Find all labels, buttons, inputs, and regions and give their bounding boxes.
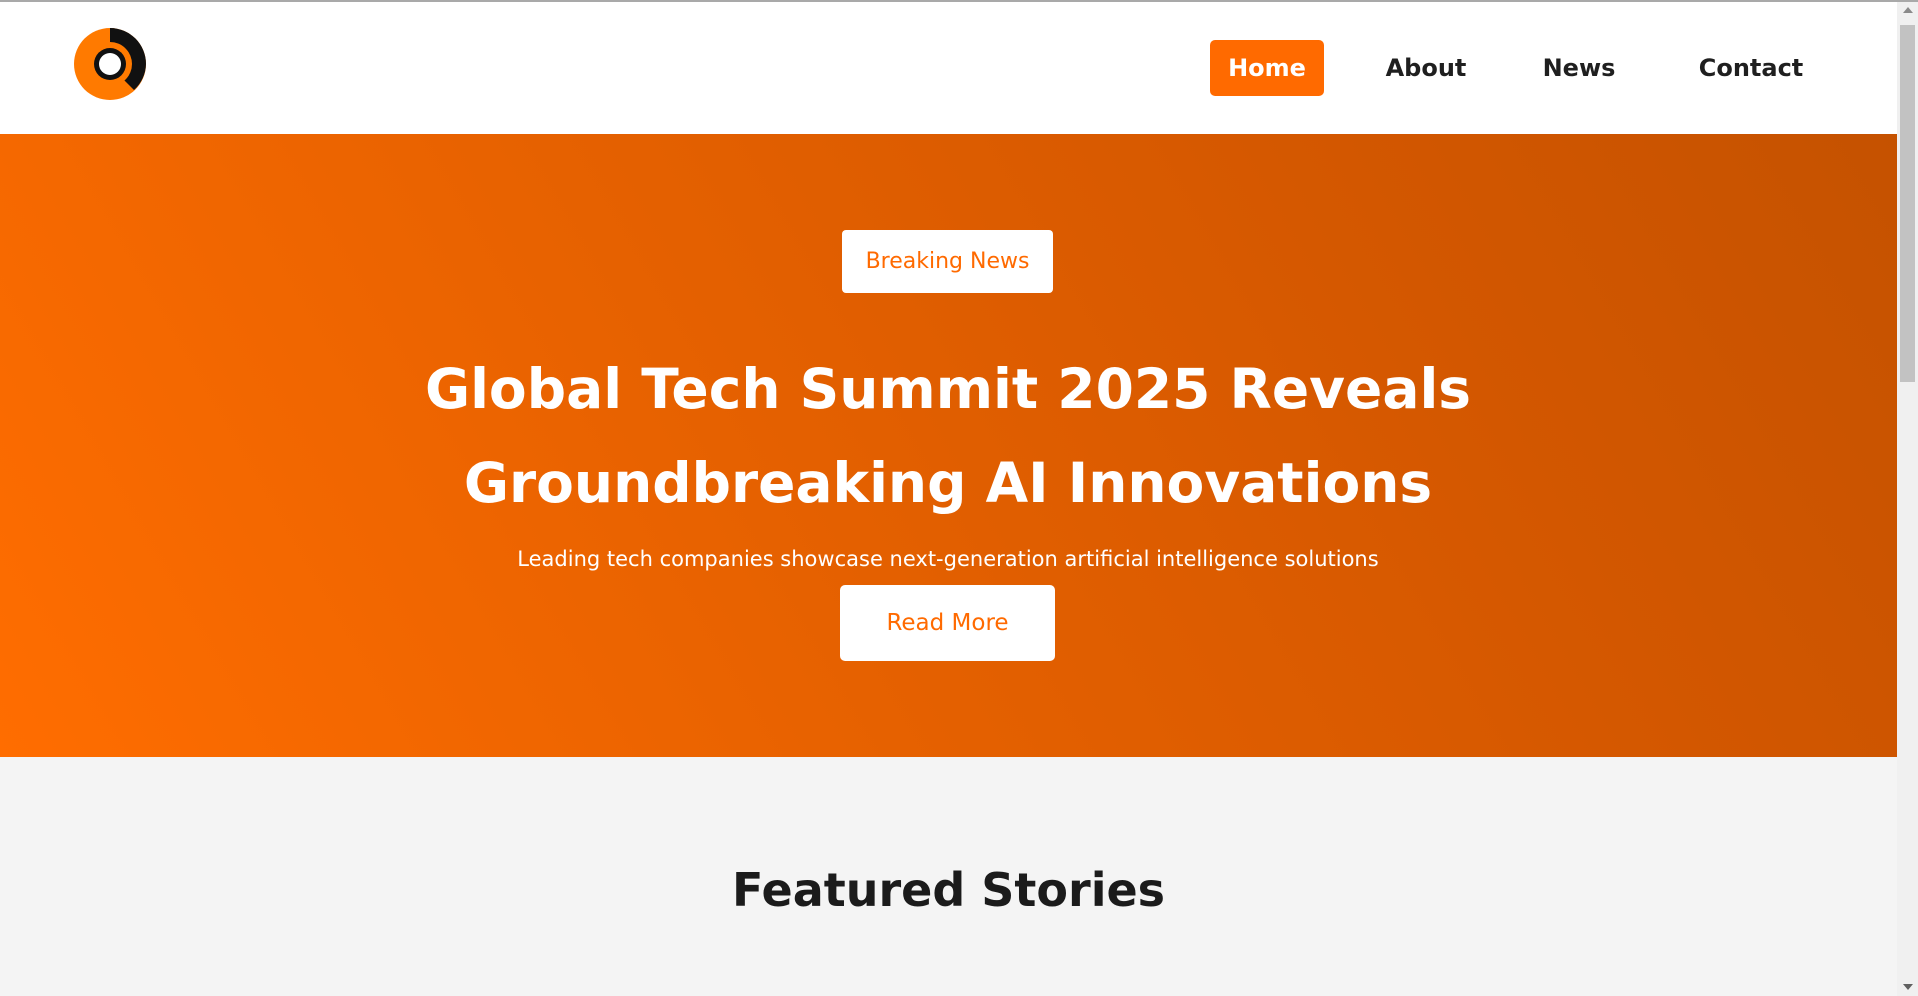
site-header: Home About News Contact	[0, 2, 1897, 134]
hero-headline: Global Tech Summit 2025 Reveals Groundbr…	[424, 357, 1472, 515]
breaking-news-badge: Breaking News	[842, 230, 1053, 293]
page: Home About News Contact Breaking News Gl…	[0, 0, 1918, 996]
orange-ring-logo-icon[interactable]	[74, 28, 146, 100]
nav-item-contact[interactable]: Contact	[1696, 40, 1806, 96]
scroll-down-arrow-icon[interactable]	[1903, 984, 1913, 990]
hero-subline: Leading tech companies showcase next-gen…	[517, 547, 1379, 571]
featured-stories-heading: Featured Stories	[731, 863, 1166, 917]
hero-banner: Breaking News Global Tech Summit 2025 Re…	[0, 134, 1897, 757]
nav-item-about[interactable]: About	[1376, 40, 1476, 96]
scrollbar-thumb[interactable]	[1900, 25, 1915, 382]
read-more-button[interactable]: Read More	[840, 585, 1055, 661]
nav-item-home[interactable]: Home	[1210, 40, 1324, 96]
nav-item-news[interactable]: News	[1534, 40, 1624, 96]
vertical-scrollbar[interactable]	[1897, 2, 1918, 996]
viewport: Home About News Contact Breaking News Gl…	[0, 2, 1897, 996]
scroll-up-arrow-icon[interactable]	[1903, 7, 1913, 13]
